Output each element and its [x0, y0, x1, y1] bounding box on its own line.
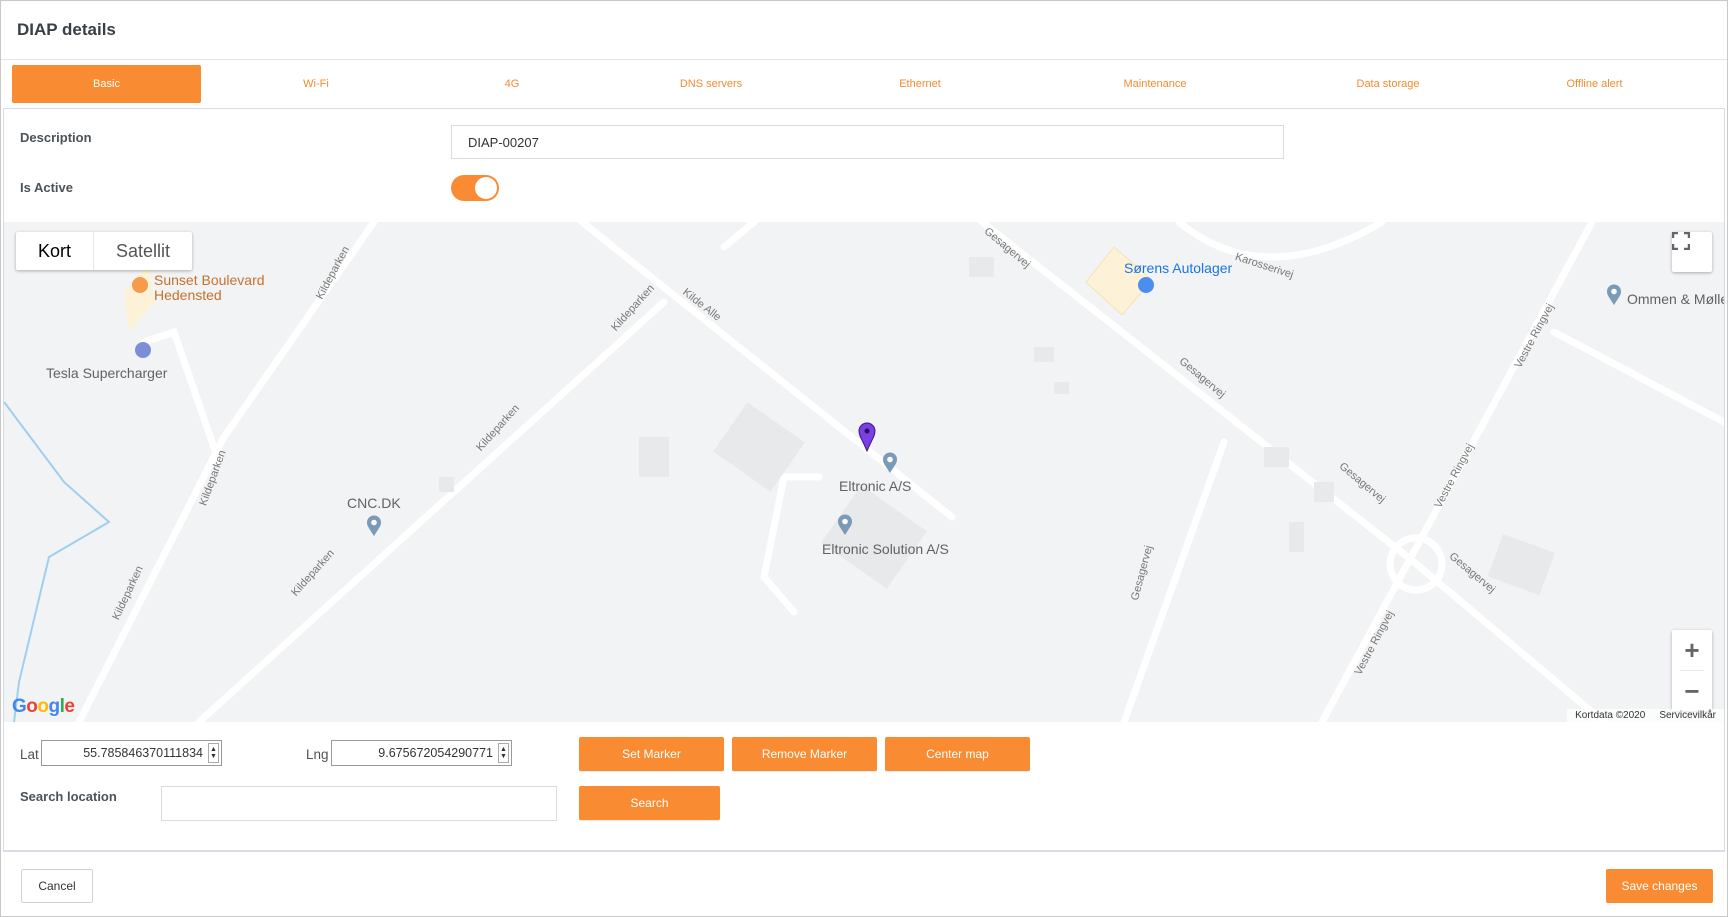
tab-dns-servers[interactable]: DNS servers — [593, 65, 829, 103]
place-cnc-dk: CNC.DK — [347, 495, 401, 511]
map-data-credit: Kortdata ©2020 — [1575, 710, 1646, 721]
terms-link[interactable]: Servicevilkår — [1659, 710, 1716, 721]
search-location-label: Search location — [20, 789, 117, 804]
lng-input[interactable]: 9.675672054290771 ▲ ▼ — [331, 740, 512, 766]
fullscreen-icon — [1672, 232, 1690, 250]
description-label: Description — [20, 130, 92, 145]
map-attribution: Kortdata ©2020 Servicevilkår — [1567, 709, 1724, 722]
pin-icon — [367, 515, 381, 536]
pin-icon — [838, 514, 852, 535]
search-location-input[interactable] — [161, 786, 557, 821]
toggle-knob — [475, 177, 497, 199]
lng-spinner[interactable]: ▲ ▼ — [498, 743, 509, 763]
place-sorens-autolager: Sørens Autolager — [1124, 260, 1233, 276]
map-type-control: Kort Satellit — [16, 232, 193, 270]
tab-4g[interactable]: 4G — [431, 65, 593, 103]
location-marker-icon[interactable] — [858, 422, 876, 452]
lat-label: Lat — [20, 747, 39, 762]
tab-wifi[interactable]: Wi-Fi — [201, 65, 431, 103]
restaurant-icon — [132, 277, 148, 293]
place-sunset-line1: Sunset Boulevard — [154, 272, 265, 288]
tab-data-storage[interactable]: Data storage — [1299, 65, 1477, 103]
place-ommen-molle: Ommen & Mølle — [1627, 291, 1724, 307]
center-map-button[interactable]: Center map — [885, 737, 1030, 771]
lat-input[interactable]: 55.785846370111834 ▲ ▼ — [41, 740, 222, 766]
description-input[interactable]: DIAP-00207 — [451, 125, 1284, 159]
remove-marker-button[interactable]: Remove Marker — [732, 737, 877, 771]
map-type-kort-button[interactable]: Kort — [16, 232, 95, 270]
is-active-toggle[interactable] — [451, 175, 499, 201]
basic-tab-content: Description DIAP-00207 Is Active Kort Sa… — [3, 108, 1725, 852]
zoom-out-button[interactable]: − — [1672, 671, 1712, 711]
pin-icon — [1607, 284, 1621, 305]
shopping-icon — [1138, 277, 1154, 293]
charging-station-icon — [135, 342, 151, 358]
tab-maintenance[interactable]: Maintenance — [1011, 65, 1299, 103]
save-changes-button[interactable]: Save changes — [1606, 869, 1713, 903]
tab-offline-alert[interactable]: Offline alert — [1477, 65, 1712, 103]
search-button[interactable]: Search — [579, 786, 720, 820]
tab-bar: Basic Wi-Fi 4G DNS servers Ethernet Main… — [12, 65, 1712, 105]
lng-value: 9.675672054290771 — [378, 746, 493, 760]
lng-label: Lng — [306, 747, 329, 762]
map-type-satellite-button[interactable]: Satellit — [94, 232, 192, 270]
dialog-title: DIAP details — [17, 20, 116, 39]
set-marker-button[interactable]: Set Marker — [579, 737, 724, 771]
place-eltronic: Eltronic A/S — [839, 478, 912, 494]
place-tesla-supercharger: Tesla Supercharger — [46, 365, 168, 381]
lat-spinner[interactable]: ▲ ▼ — [208, 743, 219, 763]
pin-icon — [883, 452, 897, 473]
place-eltronic-solution: Eltronic Solution A/S — [822, 541, 949, 557]
lat-value: 55.785846370111834 — [83, 746, 203, 760]
fullscreen-button[interactable] — [1672, 232, 1712, 272]
place-sunset-boulevard: Sunset Boulevard Hedensted — [154, 273, 265, 303]
tab-ethernet[interactable]: Ethernet — [829, 65, 1011, 103]
map-view[interactable]: Kort Satellit Sunset Boulevard Hedensted… — [4, 222, 1724, 722]
cancel-button[interactable]: Cancel — [21, 869, 93, 903]
tab-basic[interactable]: Basic — [12, 65, 201, 103]
diap-details-dialog: DIAP details Basic Wi-Fi 4G DNS servers … — [0, 0, 1728, 917]
dialog-header: DIAP details — [1, 1, 1727, 60]
stream-line — [4, 401, 111, 722]
place-sunset-line2: Hedensted — [154, 287, 222, 303]
zoom-in-button[interactable]: + — [1672, 630, 1712, 670]
zoom-control: + − — [1672, 630, 1712, 711]
is-active-label: Is Active — [20, 180, 73, 195]
google-logo: Google — [12, 696, 75, 717]
